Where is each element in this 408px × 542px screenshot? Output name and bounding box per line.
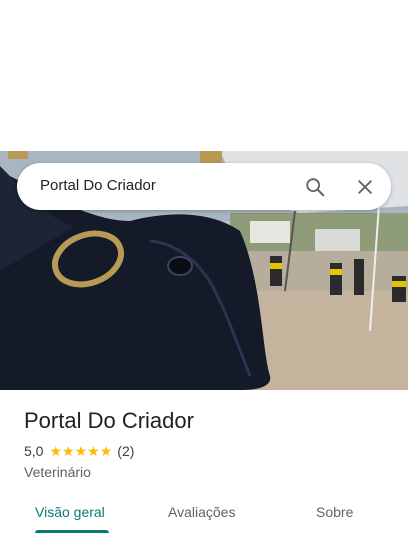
rating-value: 5,0	[24, 443, 44, 459]
active-tab-indicator	[35, 530, 109, 533]
star-icon: ★	[49, 443, 63, 459]
search-box[interactable]: Portal Do Criador	[17, 163, 391, 210]
review-count[interactable]: (2)	[117, 443, 134, 459]
star-icon: ★	[87, 443, 100, 459]
place-category[interactable]: Veterinário	[24, 464, 91, 480]
tab-bar: Visão geral Avaliações Sobre	[0, 490, 408, 542]
star-icon: ★	[62, 443, 75, 459]
star-icon: ★	[99, 443, 113, 459]
place-title: Portal Do Criador	[24, 408, 194, 433]
search-icon[interactable]	[303, 175, 327, 199]
search-input[interactable]: Portal Do Criador	[40, 177, 156, 194]
rating-row[interactable]: 5,0 ★ ★ ★ ★ ★ (2)	[24, 443, 134, 459]
tab-about[interactable]: Sobre	[316, 504, 353, 520]
tab-overview[interactable]: Visão geral	[35, 504, 105, 520]
star-rating: ★ ★ ★ ★ ★	[49, 443, 112, 459]
close-icon[interactable]	[353, 175, 377, 199]
star-icon: ★	[74, 443, 88, 459]
tab-reviews[interactable]: Avaliações	[168, 504, 235, 520]
